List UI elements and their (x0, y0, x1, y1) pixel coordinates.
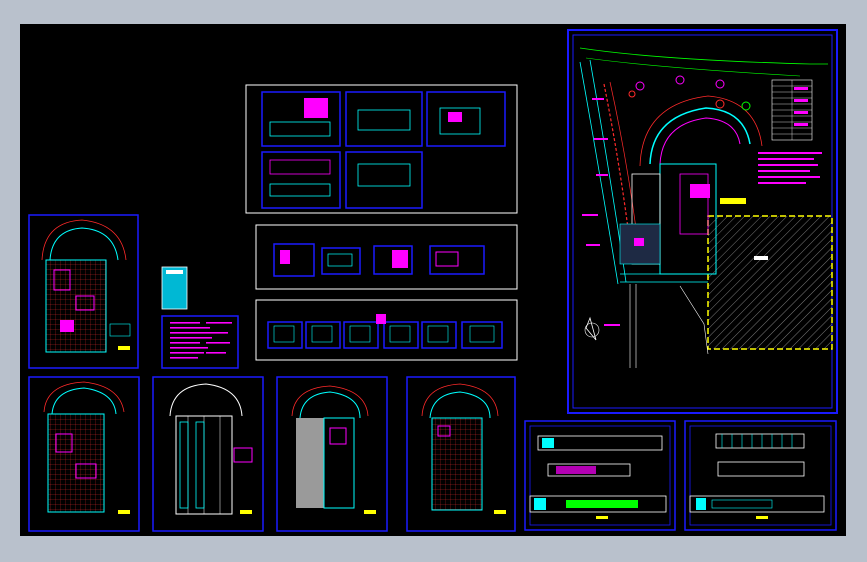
details-sheet-b[interactable] (255, 224, 518, 290)
elevation-sheet-2[interactable] (684, 420, 837, 531)
site-plan-sheet[interactable] (567, 29, 838, 414)
elevation-sheet-1[interactable] (524, 420, 676, 531)
floor-plan-sheet-1[interactable] (28, 214, 139, 369)
floor-plan-sheet-4[interactable] (276, 376, 388, 532)
notes-sheet[interactable] (161, 315, 239, 369)
floor-plan-sheet-2[interactable] (28, 376, 140, 532)
details-sheet-a[interactable] (245, 84, 518, 214)
details-sheet-c[interactable] (255, 299, 518, 361)
floor-plan-sheet-3[interactable] (152, 376, 264, 532)
cad-drawing (28, 29, 838, 532)
floor-plan-sheet-5[interactable] (406, 376, 516, 532)
cad-canvas[interactable] (20, 24, 846, 536)
legend-card (161, 266, 188, 310)
